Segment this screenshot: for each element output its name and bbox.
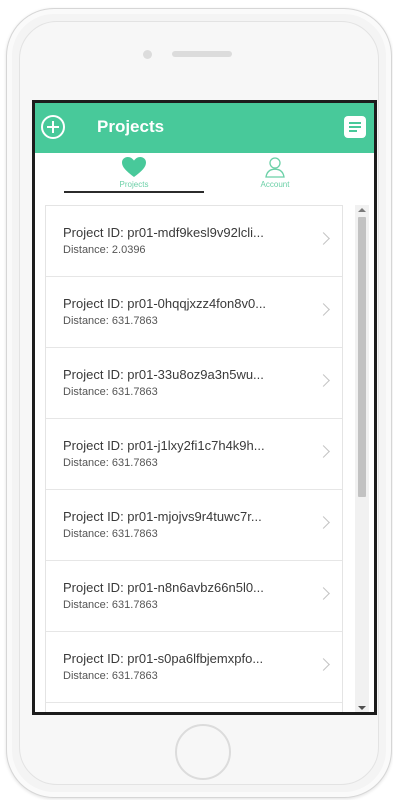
add-circle-icon[interactable] <box>41 115 65 139</box>
app-screen: Projects Projects Account Project ID: pr… <box>32 100 377 715</box>
scrollbar-thumb[interactable] <box>358 217 366 497</box>
chevron-right-icon <box>317 587 330 600</box>
project-distance: Distance: 631.7863 <box>63 386 158 398</box>
tab-account-label: Account <box>260 180 290 189</box>
chevron-right-icon <box>317 374 330 387</box>
list-item[interactable]: Project ID: pr01-33u8oz9a3n5wu... Distan… <box>46 348 342 419</box>
tab-account[interactable]: Account <box>205 153 345 195</box>
menu-icon[interactable] <box>344 116 366 138</box>
list-item[interactable]: Project ID: pr01-j1lxy2fi1c7h4k9h... Dis… <box>46 419 342 490</box>
list-item[interactable]: Project ID: pr01-s0pa6lfbjemxpfo... Dist… <box>46 632 342 703</box>
heart-icon <box>122 157 146 177</box>
project-id: Project ID: pr01-mdf9kesl9v92lcli... <box>63 225 264 240</box>
speaker-grille <box>172 51 232 57</box>
project-id: Project ID: pr01-0hqqjxzz4fon8v0... <box>63 296 267 311</box>
tab-projects-label: Projects <box>119 180 149 189</box>
project-id: Project ID: pr01-n8n6avbz66n5l0... <box>63 580 264 595</box>
project-id: Project ID: pr01-33u8oz9a3n5wu... <box>63 367 264 382</box>
scroll-up-icon[interactable] <box>358 208 366 212</box>
project-distance: Distance: 2.0396 <box>63 244 146 256</box>
chevron-right-icon <box>317 232 330 245</box>
scroll-down-icon[interactable] <box>358 706 366 710</box>
list-scrollbar[interactable] <box>355 205 369 712</box>
tab-projects[interactable]: Projects <box>64 153 204 195</box>
list-item[interactable]: Project ID: pr01-0hqqjxzz4fon8v0... Dist… <box>46 277 342 348</box>
project-distance: Distance: 631.7863 <box>63 528 158 540</box>
project-distance: Distance: 631.7863 <box>63 670 158 682</box>
project-id: Project ID: pr01-s0pa6lfbjemxpfo... <box>63 651 264 666</box>
list-item[interactable]: Project ID: pr01-mdf9kesl9v92lcli... Dis… <box>46 206 342 277</box>
tab-bar: Projects Account <box>35 153 374 195</box>
chevron-right-icon <box>317 445 330 458</box>
chevron-right-icon <box>317 516 330 529</box>
page-title: Projects <box>97 117 165 136</box>
list-item[interactable] <box>46 703 342 712</box>
user-icon <box>265 157 285 178</box>
home-button[interactable] <box>175 724 231 780</box>
project-list: Project ID: pr01-mdf9kesl9v92lcli... Dis… <box>45 205 343 712</box>
list-item[interactable]: Project ID: pr01-mjojvs9r4tuwc7r... Dist… <box>46 490 342 561</box>
project-distance: Distance: 631.7863 <box>63 315 158 327</box>
chevron-right-icon <box>317 303 330 316</box>
app-header: Projects <box>35 103 374 153</box>
project-id: Project ID: pr01-j1lxy2fi1c7h4k9h... <box>63 438 265 453</box>
project-id: Project ID: pr01-mjojvs9r4tuwc7r... <box>63 509 262 524</box>
project-distance: Distance: 631.7863 <box>63 457 158 469</box>
project-distance: Distance: 631.7863 <box>63 599 158 611</box>
active-tab-indicator <box>64 191 204 193</box>
list-item[interactable]: Project ID: pr01-n8n6avbz66n5l0... Dista… <box>46 561 342 632</box>
chevron-right-icon <box>317 658 330 671</box>
camera-icon <box>143 50 152 59</box>
